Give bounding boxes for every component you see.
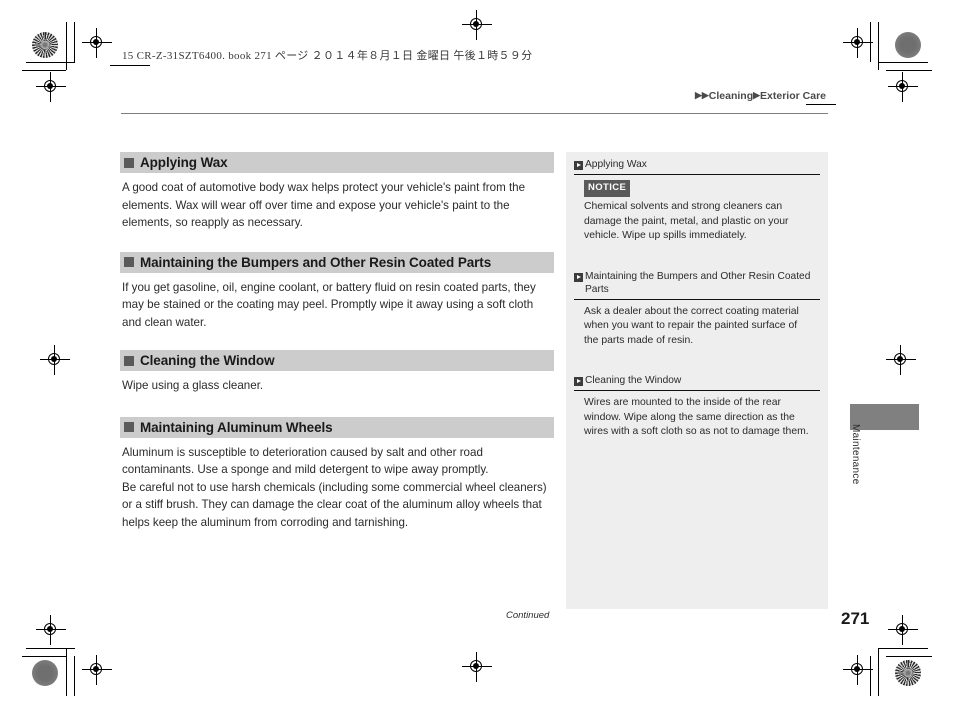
side-note-header: Applying Wax: [574, 152, 820, 171]
side-note-cleaning-window: Cleaning the Window Wires are mounted to…: [566, 368, 828, 440]
breadcrumb-parent[interactable]: Cleaning: [709, 90, 753, 102]
crop-mark-line: [886, 656, 932, 657]
square-bullet-icon: [124, 355, 134, 366]
reference-arrow-icon: [574, 377, 583, 386]
registration-target-bottom-left-outer: [36, 615, 66, 645]
side-note-applying-wax: Applying Wax NOTICE Chemical solvents an…: [566, 152, 828, 244]
crop-mark-line: [66, 648, 67, 696]
registration-rosette-top-left: [32, 32, 58, 58]
paragraph: Wipe using a glass cleaner.: [122, 379, 264, 392]
crop-mark-line: [806, 104, 836, 105]
breadcrumb-current[interactable]: Exterior Care: [760, 90, 826, 102]
side-note-header: Maintaining the Bumpers and Other Resin …: [574, 264, 820, 296]
continued-label: Continued: [506, 610, 550, 621]
breadcrumb-arrow-icon-2: ▶: [753, 90, 761, 100]
crop-mark-line: [74, 656, 75, 696]
side-note-body: Ask a dealer about the correct coating m…: [574, 300, 820, 349]
chapter-tab-label: Maintenance: [850, 424, 861, 485]
square-bullet-icon: [124, 157, 134, 168]
registration-target-top-right-inner: [843, 28, 873, 58]
side-note-label: Maintaining the Bumpers and Other Resin …: [585, 270, 811, 295]
crop-mark-line: [74, 22, 75, 62]
square-bullet-icon: [124, 257, 134, 267]
registration-target-bottom-left-inner: [82, 655, 112, 685]
registration-dot-bottom-left: [32, 660, 58, 686]
section-cleaning-window: Cleaning the Window Wipe using a glass c…: [120, 350, 554, 395]
section-applying-wax: Applying Wax A good coat of automotive b…: [120, 152, 554, 232]
reference-arrow-icon: [574, 161, 583, 170]
registration-dot-top-right: [895, 32, 921, 58]
paragraph: Wires are mounted to the inside of the r…: [584, 397, 809, 437]
paragraph: If you get gasoline, oil, engine coolant…: [122, 280, 536, 329]
side-note-header: Cleaning the Window: [574, 368, 820, 387]
registration-target-right-center: [886, 345, 916, 375]
side-note-body: Wires are mounted to the inside of the r…: [574, 391, 820, 440]
section-maintaining-aluminum-wheels: Maintaining Aluminum Wheels Aluminum is …: [120, 416, 554, 532]
section-title: Maintaining the Bumpers and Other Resin …: [140, 254, 492, 270]
registration-rosette-bottom-right: [895, 660, 921, 686]
registration-target-top-center: [462, 10, 492, 40]
header-divider: [121, 113, 828, 114]
side-note-maintaining-bumpers: Maintaining the Bumpers and Other Resin …: [566, 264, 828, 349]
side-note-label: Cleaning the Window: [585, 375, 682, 386]
section-title: Maintaining Aluminum Wheels: [140, 419, 333, 435]
paragraph: A good coat of automotive body wax helps…: [122, 181, 526, 229]
registration-target-left-center: [40, 345, 70, 375]
section-title: Cleaning the Window: [140, 353, 275, 368]
registration-target-bottom-right-outer: [888, 615, 918, 645]
crop-mark-line: [878, 648, 928, 649]
crop-mark-line: [22, 656, 66, 657]
registration-target-top-left-inner: [82, 28, 112, 58]
notice-badge: NOTICE: [584, 180, 631, 197]
square-bullet-icon: [124, 422, 134, 432]
crop-mark-line: [878, 62, 928, 63]
document-page: 15 CR-Z-31SZT6400. book 271 ページ ２０１４年８月１…: [0, 0, 954, 718]
registration-target-top-right-outer: [888, 72, 918, 102]
reference-arrow-icon: [574, 272, 583, 282]
section-header: Maintaining the Bumpers and Other Resin …: [120, 251, 554, 273]
paragraph: Chemical solvents and strong cleaners ca…: [584, 201, 789, 241]
crop-mark-line: [886, 70, 932, 71]
crop-mark-line: [110, 65, 150, 66]
section-header: Maintaining Aluminum Wheels: [120, 416, 554, 438]
paragraph: Ask a dealer about the correct coating m…: [584, 305, 799, 346]
breadcrumb-arrow-icon: ▶▶: [694, 90, 709, 100]
section-maintaining-bumpers: Maintaining the Bumpers and Other Resin …: [120, 251, 554, 332]
registration-target-bottom-right-inner: [843, 655, 873, 685]
section-body: A good coat of automotive body wax helps…: [120, 173, 554, 232]
section-body: Aluminum is susceptible to deterioration…: [120, 438, 554, 532]
book-file-header: 15 CR-Z-31SZT6400. book 271 ページ ２０１４年８月１…: [122, 50, 533, 62]
side-note-body: NOTICE Chemical solvents and strong clea…: [574, 175, 820, 244]
registration-target-top-left-outer: [36, 72, 66, 102]
crop-mark-line: [26, 62, 75, 63]
side-note-label: Applying Wax: [585, 159, 647, 170]
page-number: 271: [841, 609, 870, 628]
crop-mark-line: [22, 70, 66, 71]
section-body: Wipe using a glass cleaner.: [120, 371, 554, 395]
side-notes-panel: Applying Wax NOTICE Chemical solvents an…: [566, 152, 828, 609]
main-content-column: Applying Wax A good coat of automotive b…: [120, 152, 554, 531]
section-header: Applying Wax: [120, 152, 554, 173]
section-title: Applying Wax: [140, 155, 228, 170]
section-header: Cleaning the Window: [120, 350, 554, 371]
breadcrumb: ▶▶Cleaning▶Exterior Care: [695, 90, 826, 102]
crop-mark-line: [878, 648, 879, 696]
section-body: If you get gasoline, oil, engine coolant…: [120, 273, 554, 332]
registration-target-bottom-center: [462, 652, 492, 682]
paragraph: Aluminum is susceptible to deterioration…: [122, 445, 489, 477]
crop-mark-line: [26, 648, 75, 649]
paragraph: Be careful not to use harsh chemicals (i…: [122, 480, 547, 529]
